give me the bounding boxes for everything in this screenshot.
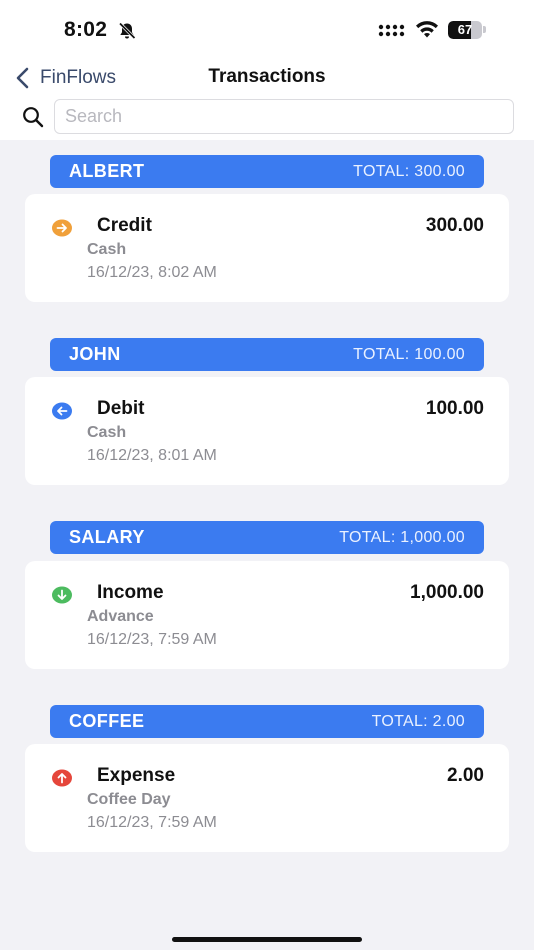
transaction-account: Cash [87, 241, 127, 258]
search-icon [23, 107, 44, 128]
search-input[interactable] [54, 99, 514, 134]
group-name: COFFEE [69, 711, 145, 731]
transaction-date: 16/12/23, 8:02 AM [87, 264, 217, 281]
group-header-albert: ALBERT TOTAL: 300.00 [50, 155, 484, 188]
group-header-john: JOHN TOTAL: 100.00 [50, 338, 484, 371]
battery-level: 67 [457, 22, 473, 37]
group-total: TOTAL: 300.00 [353, 162, 465, 180]
page-title: Transactions [208, 66, 326, 87]
group-name: JOHN [69, 344, 121, 364]
arrow-right-circle-icon [52, 219, 72, 237]
arrow-up-circle-icon [52, 769, 72, 787]
transaction-amount: 2.00 [447, 765, 484, 786]
group-name: ALBERT [69, 161, 145, 181]
transaction-amount: 1,000.00 [410, 582, 484, 603]
transaction-type: Income [97, 582, 164, 603]
transaction-type: Credit [97, 215, 152, 236]
wifi-icon [416, 21, 438, 38]
transaction-account: Cash [87, 424, 127, 441]
group-total: TOTAL: 2.00 [371, 712, 465, 730]
cellular-signal-icon [378, 24, 405, 37]
bell-slash-icon [118, 22, 136, 40]
group-header-coffee: COFFEE TOTAL: 2.00 [50, 705, 484, 738]
top-bar: 8:02 67 FinFlows Transactions [0, 0, 534, 140]
group-header-salary: SALARY TOTAL: 1,000.00 [50, 521, 484, 554]
group-name: SALARY [69, 527, 145, 547]
transaction-amount: 300.00 [425, 215, 484, 236]
transaction-card[interactable]: Debit 100.00 Cash 16/12/23, 8:01 AM [25, 377, 509, 485]
home-indicator[interactable] [172, 937, 362, 942]
arrow-left-circle-icon [52, 402, 72, 420]
transaction-account: Coffee Day [87, 791, 171, 808]
transaction-amount: 100.00 [425, 398, 484, 419]
group-total: TOTAL: 1,000.00 [339, 528, 465, 546]
transaction-account: Advance [87, 608, 154, 625]
arrow-down-circle-icon [52, 586, 72, 604]
transaction-date: 16/12/23, 7:59 AM [87, 814, 217, 831]
battery-cap [483, 26, 486, 33]
battery-icon: 67 [448, 21, 482, 39]
status-time: 8:02 [64, 18, 108, 41]
transaction-type: Debit [97, 398, 145, 419]
group-total: TOTAL: 100.00 [353, 345, 465, 363]
transaction-card[interactable]: Expense 2.00 Coffee Day 16/12/23, 7:59 A… [25, 744, 509, 852]
transaction-card[interactable]: Credit 300.00 Cash 16/12/23, 8:02 AM [25, 194, 509, 302]
transaction-type: Expense [97, 765, 176, 786]
transaction-date: 16/12/23, 8:01 AM [87, 447, 217, 464]
transaction-card[interactable]: Income 1,000.00 Advance 16/12/23, 7:59 A… [25, 561, 509, 669]
transaction-date: 16/12/23, 7:59 AM [87, 631, 217, 648]
